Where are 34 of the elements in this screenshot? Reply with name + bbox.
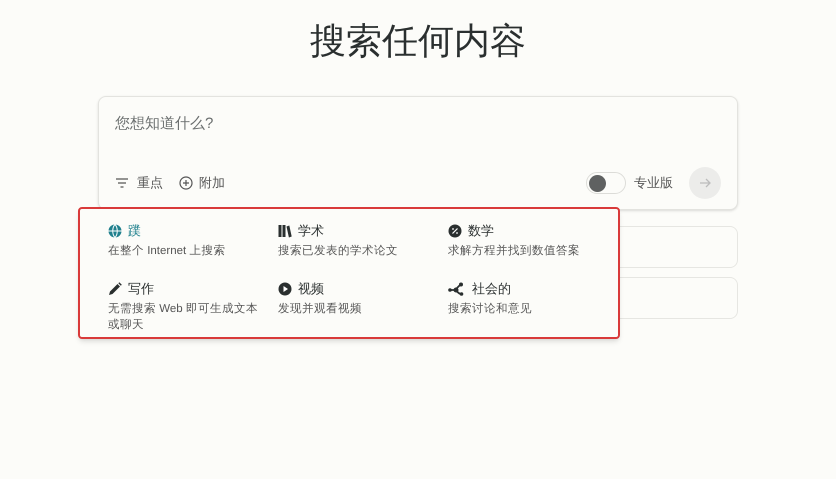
option-label: 写作: [128, 280, 154, 298]
attach-button[interactable]: 附加: [179, 173, 225, 193]
option-label: 社会的: [472, 280, 511, 298]
focus-option[interactable]: 数学 求解方程并找到数值答案: [448, 221, 610, 275]
focus-option[interactable]: 社会的 搜索讨论和意见: [448, 279, 610, 333]
focus-button[interactable]: 重点: [115, 173, 163, 193]
books-icon: [278, 224, 292, 238]
option-label: 数学: [468, 222, 494, 240]
network-icon: [448, 282, 466, 296]
option-description: 无需搜索 Web 即可生成文本或聊天: [108, 302, 259, 332]
option-label: 视频: [298, 280, 324, 298]
search-input[interactable]: 您想知道什么?: [115, 113, 721, 136]
pro-label: 专业版: [634, 174, 673, 192]
option-label: 学术: [298, 222, 324, 240]
focus-option[interactable]: 写作 无需搜索 Web 即可生成文本或聊天: [108, 279, 270, 333]
play-icon: [278, 282, 292, 296]
option-description: 在整个 Internet 上搜索: [108, 244, 226, 258]
option-description: 搜索讨论和意见: [448, 302, 533, 316]
option-description: 发现并观看视频: [278, 302, 363, 316]
option-description: 求解方程并找到数值答案: [448, 243, 581, 258]
focus-option[interactable]: 蹼 在整个 Internet 上搜索: [108, 221, 270, 275]
plus-circle-icon: [179, 176, 193, 190]
arrow-right-icon: [699, 178, 711, 188]
page-title: 搜索任何内容: [310, 20, 526, 64]
focus-option[interactable]: 视频 发现并观看视频: [278, 279, 440, 333]
pencil-icon: [108, 282, 122, 296]
filter-icon: [115, 177, 129, 189]
percent-badge-icon: [448, 224, 462, 238]
pro-toggle[interactable]: [586, 172, 626, 194]
globe-icon: [108, 224, 122, 238]
focus-option[interactable]: 学术 搜索已发表的学术论文: [278, 221, 440, 275]
option-description: 搜索已发表的学术论文: [278, 244, 399, 258]
option-label: 蹼: [128, 222, 141, 240]
search-box[interactable]: 您想知道什么? 重点 附加 专业版: [98, 96, 738, 210]
